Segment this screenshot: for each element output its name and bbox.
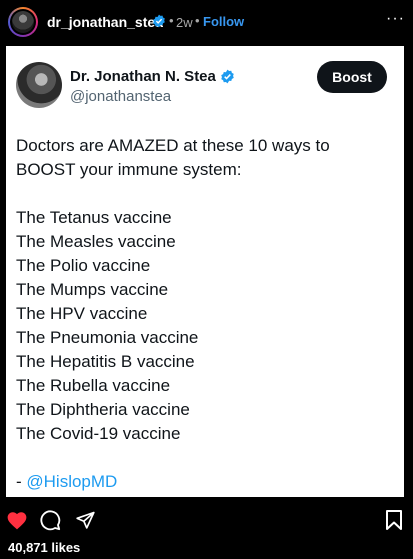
list-item: The Covid-19 vaccine [16,424,181,443]
list-item: The Diphtheria vaccine [16,400,190,419]
follow-button[interactable]: Follow [203,14,244,29]
likes-count[interactable]: 40,871 likes [8,540,80,555]
tweet-author-name: Dr. Jonathan N. Stea [70,68,216,85]
tweet-text-line: BOOST your immune system: [16,160,242,179]
list-item: The Tetanus vaccine [16,208,172,227]
post-header: dr_jonathan_stea • 2w • Follow ··· [0,0,413,46]
list-item: The Hepatitis B vaccine [16,352,195,371]
list-item: The Polio vaccine [16,256,151,275]
signoff-prefix: - [16,472,27,491]
separator-dot: • [195,13,200,28]
separator-dot: • [169,13,174,28]
list-item: The Mumps vaccine [16,280,169,299]
tweet-text-line: Doctors are AMAZED at these 10 ways to [16,136,330,155]
send-icon[interactable] [75,510,96,530]
profile-avatar[interactable] [8,7,38,37]
heart-icon[interactable] [6,510,28,530]
mention-link: @HislopMD [26,472,118,491]
verified-badge-icon [153,14,165,28]
list-item: The Measles vaccine [16,232,176,251]
username-link[interactable]: dr_jonathan_stea [47,14,163,30]
post-time: 2w [176,15,193,30]
tweet-card: Dr. Jonathan N. Stea @jonathanstea Boost… [6,46,404,497]
list-item: The Rubella vaccine [16,376,171,395]
comment-icon[interactable] [39,509,61,531]
tweet-text: Doctors are AMAZED at these 10 ways to B… [16,134,396,494]
avatar-photo [12,11,34,33]
tweet-author-handle: @jonathanstea [70,88,172,105]
boost-button: Boost [317,61,387,93]
list-item: The Pneumonia vaccine [16,328,199,347]
list-item: The HPV vaccine [16,304,148,323]
bookmark-icon[interactable] [385,509,403,531]
more-options-icon[interactable]: ··· [386,10,405,28]
tweet-signoff: - @HislopMD [16,470,396,494]
verified-badge-icon [221,69,234,84]
tweet-author-avatar [16,62,62,108]
